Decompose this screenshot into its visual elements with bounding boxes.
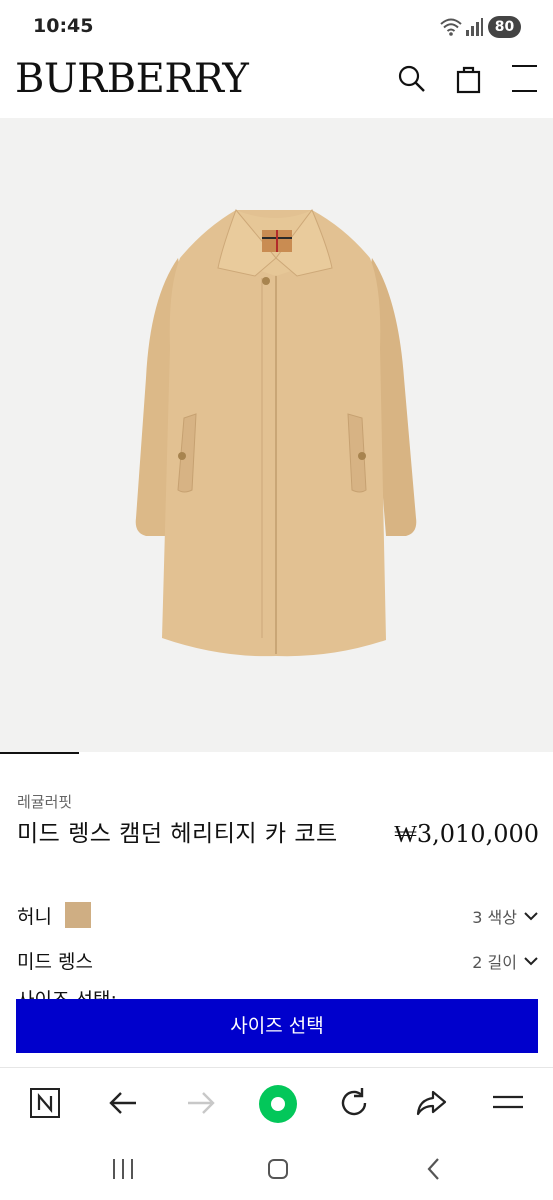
recents-icon[interactable]	[108, 1154, 138, 1184]
fit-label: 레귤러핏	[17, 793, 73, 811]
forward-arrow-icon[interactable]	[184, 1086, 218, 1120]
length-count-toggle[interactable]: 2 길이	[472, 949, 539, 973]
product-title: 미드 렝스 캠던 헤리티지 카 코트	[17, 821, 338, 847]
color-count-toggle[interactable]: 3 색상	[472, 904, 539, 928]
color-swatch[interactable]	[65, 902, 91, 928]
size-heading-partial: 사이즈 선택:	[17, 989, 117, 999]
home-icon[interactable]	[263, 1154, 293, 1184]
color-selector[interactable]: 허니 3 색상	[17, 902, 539, 934]
coat-illustration	[135, 209, 417, 657]
browser-toolbar	[0, 1067, 553, 1137]
chevron-down-icon	[524, 957, 538, 966]
green-dot-icon[interactable]	[259, 1085, 297, 1123]
menu-icon[interactable]	[509, 64, 539, 94]
naver-icon[interactable]	[28, 1086, 62, 1120]
color-name: 허니	[17, 906, 52, 928]
size-select-button[interactable]: 사이즈 선택	[16, 999, 538, 1053]
length-name: 미드 렝스	[17, 951, 93, 973]
reload-icon[interactable]	[337, 1086, 371, 1120]
signal-icon	[465, 17, 483, 41]
menu-icon[interactable]	[491, 1086, 525, 1120]
battery-badge: 80	[488, 16, 521, 38]
site-header: BURBERRY	[0, 54, 553, 118]
color-count: 3 색상	[472, 908, 517, 927]
product-price: ₩3,010,000	[394, 820, 539, 848]
status-bar: 10:45 80	[0, 0, 553, 54]
product-image[interactable]	[0, 118, 553, 754]
length-selector[interactable]: 미드 렝스 2 길이	[17, 947, 539, 979]
search-icon[interactable]	[397, 64, 427, 94]
share-icon[interactable]	[414, 1086, 448, 1120]
brand-logo[interactable]: BURBERRY	[15, 56, 249, 102]
shopping-bag-icon[interactable]	[454, 64, 484, 94]
chevron-down-icon	[524, 912, 538, 921]
carousel-indicator	[0, 752, 79, 754]
system-nav-bar	[0, 1137, 553, 1200]
back-icon[interactable]	[419, 1154, 449, 1184]
carousel-track	[0, 752, 553, 754]
wifi-icon	[440, 17, 462, 41]
length-count: 2 길이	[472, 953, 517, 972]
status-time: 10:45	[33, 15, 94, 37]
back-arrow-icon[interactable]	[106, 1086, 140, 1120]
